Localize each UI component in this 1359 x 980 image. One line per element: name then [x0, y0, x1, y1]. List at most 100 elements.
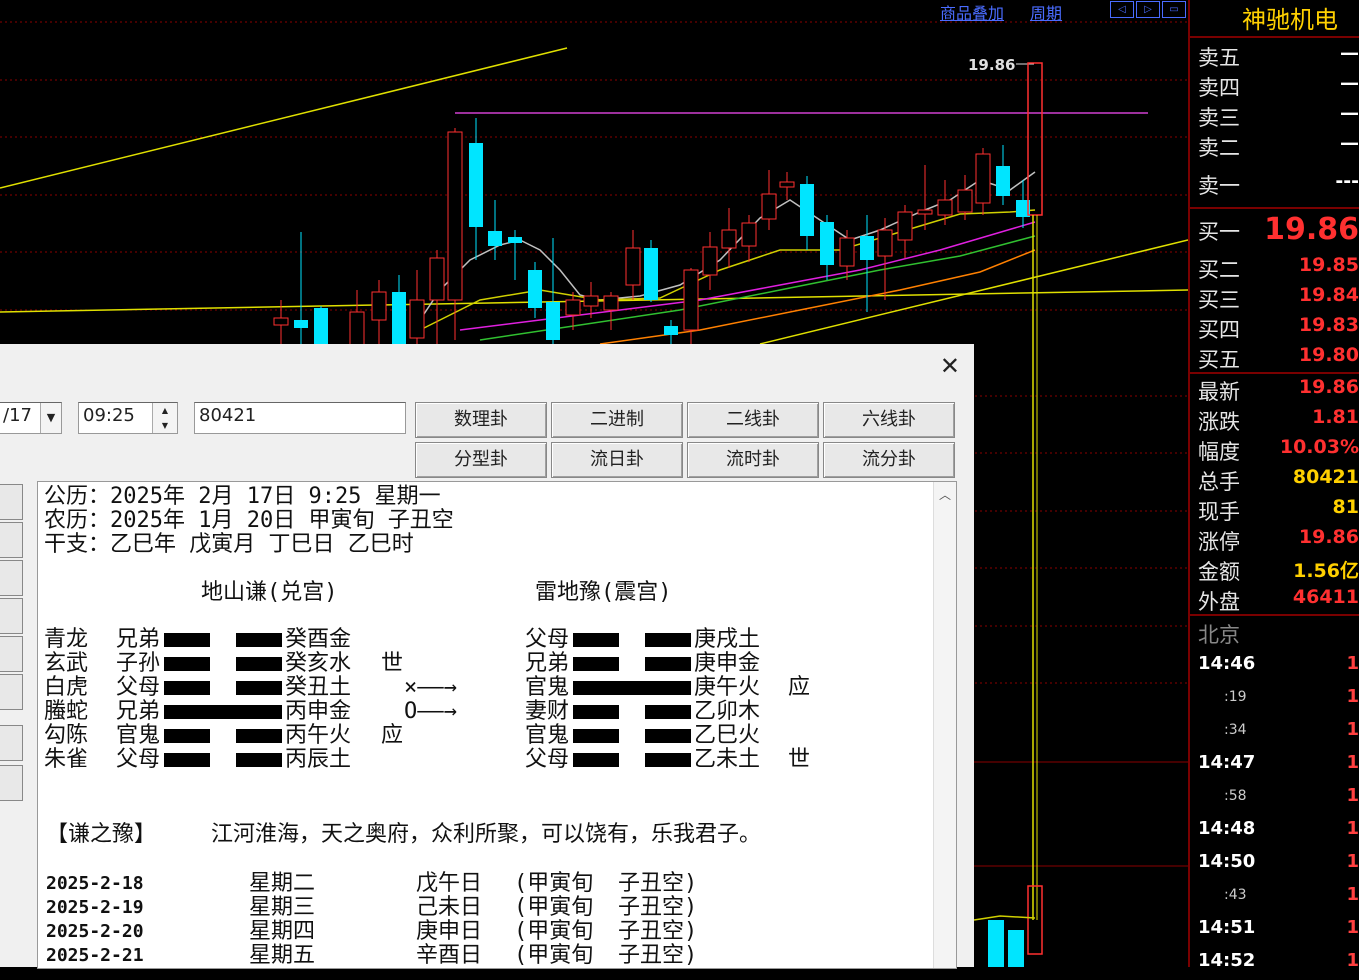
stat-row: 外盘 46411 — [1190, 586, 1359, 616]
stub-button[interactable] — [0, 725, 23, 761]
hexagram-title: 地山谦(兑宫) — [201, 580, 338, 605]
tick-row: 14:46 1 — [1190, 653, 1359, 683]
forecast-xun: (甲寅旬 — [514, 943, 594, 968]
six-god-label: 勾陈 — [44, 723, 89, 748]
ask-row: 卖一 --- — [1190, 170, 1359, 200]
stat-row: 涨停 19.86 — [1190, 526, 1359, 556]
stat-label: 总手 — [1198, 470, 1240, 494]
yin-line — [236, 633, 282, 647]
ask-value: — — [1340, 132, 1359, 154]
overlay-link[interactable]: 商品叠加 — [940, 4, 1004, 23]
line-name: 癸丑土 — [285, 675, 352, 700]
period-link[interactable]: 周期 — [1030, 4, 1062, 23]
next-icon[interactable]: ▷ — [1136, 1, 1160, 18]
stat-value: 19.86 — [1298, 526, 1359, 548]
prev-icon[interactable]: ◁ — [1110, 1, 1134, 18]
line-name: 庚午火 — [694, 675, 761, 700]
candle-body — [294, 320, 308, 328]
date-select[interactable]: /17 ▼ — [0, 402, 62, 434]
divination-button[interactable]: 二线卦 — [687, 402, 819, 438]
divination-button[interactable]: 分型卦 — [415, 442, 547, 478]
ask-label: 卖一 — [1198, 174, 1240, 198]
divination-button[interactable]: 数理卦 — [415, 402, 547, 438]
chevron-down-icon[interactable]: ▼ — [40, 403, 61, 433]
stub-button[interactable] — [0, 484, 23, 520]
divination-button[interactable]: 流分卦 — [823, 442, 955, 478]
candle-body — [273, 317, 289, 326]
tick-time: 14:51 — [1198, 917, 1256, 938]
line-mark: 世 — [381, 651, 404, 676]
yin-line — [164, 633, 210, 647]
spin-up-icon[interactable]: ▲ — [152, 403, 177, 419]
stub-button[interactable] — [0, 636, 23, 672]
volume-input[interactable]: 80421 — [194, 402, 406, 434]
candle-body — [371, 291, 387, 321]
yang-line — [573, 681, 691, 695]
tick-second: :58 — [1224, 788, 1247, 804]
spin-down-icon[interactable]: ▼ — [152, 418, 177, 433]
candle-body — [409, 299, 425, 339]
stub-button[interactable] — [0, 765, 23, 801]
region-row: 北京 — [1198, 623, 1240, 647]
time-stepper[interactable]: 09:25 ▲ ▼ — [78, 402, 178, 434]
line-mark: 应 — [788, 675, 811, 700]
stub-button[interactable] — [0, 560, 23, 596]
tick-volume: 1 — [1346, 752, 1359, 773]
forecast-weekday: 星期四 — [249, 919, 316, 944]
relation-label: 子孙 — [116, 651, 161, 676]
hexagram-text-area[interactable]: 公历：2025年 2月 17日 9:25 星期一 农历：2025年 1月 20日… — [37, 481, 957, 969]
stub-button[interactable] — [0, 522, 23, 558]
forecast-weekday: 星期三 — [249, 895, 316, 920]
tick-row: :34 1 — [1190, 719, 1359, 749]
ma-line — [419, 209, 1036, 331]
candle-body — [447, 131, 463, 301]
ask-label: 卖四 — [1198, 76, 1240, 100]
lunar-date-line: 农历：2025年 1月 20日 甲寅旬 子丑空 — [44, 508, 454, 533]
line-name: 乙卯木 — [694, 699, 761, 724]
stat-value: 19.86 — [1298, 376, 1359, 398]
stat-value: 81 — [1332, 496, 1359, 518]
chart-nav-buttons: ◁ ▷ ▭ — [1110, 1, 1186, 18]
forecast-day: 辛酉日 — [416, 943, 483, 968]
tick-row: 14:50 1 — [1190, 851, 1359, 881]
chart-toolbar: 商品叠加 周期 — [940, 0, 1088, 23]
yin-line — [164, 729, 210, 743]
yin-line — [573, 657, 619, 671]
bid-label: 买五 — [1198, 348, 1240, 372]
stat-row: 幅度 10.03% — [1190, 436, 1359, 466]
scroll-up-icon[interactable]: ︿ — [934, 482, 956, 503]
relation-label: 官鬼 — [116, 723, 161, 748]
tick-volume: 1 — [1346, 851, 1359, 872]
panel-icon[interactable]: ▭ — [1162, 1, 1186, 18]
divider — [1190, 614, 1359, 616]
close-icon[interactable]: ✕ — [940, 352, 960, 380]
ask-row: 卖四 — — [1190, 72, 1359, 102]
tick-volume: 1 — [1346, 653, 1359, 674]
candle-body — [741, 222, 757, 247]
stub-button[interactable] — [0, 598, 23, 634]
forecast-date: 2025-2-20 — [46, 921, 144, 942]
forecast-day: 戊午日 — [416, 871, 483, 896]
line-name: 庚申金 — [694, 651, 761, 676]
tick-row: :19 1 — [1190, 686, 1359, 716]
moving-line-arrow: ×——→ — [404, 675, 457, 700]
candle-body — [820, 222, 834, 265]
stat-row: 总手 80421 — [1190, 466, 1359, 496]
scrollbar[interactable]: ︿ — [933, 482, 956, 968]
candle-body — [664, 326, 678, 335]
divination-button[interactable]: 六线卦 — [823, 402, 955, 438]
yin-line — [645, 753, 691, 767]
changed-hexagram-title: 雷地豫(震宫) — [535, 580, 672, 605]
yin-line — [573, 633, 619, 647]
bid-label: 买二 — [1198, 258, 1240, 282]
stock-name: 神驰机电 — [1242, 6, 1338, 34]
stat-value: 1.81 — [1312, 406, 1359, 428]
six-god-label: 青龙 — [44, 627, 89, 652]
stat-row: 金额 1.56亿 — [1190, 556, 1359, 586]
stub-button[interactable] — [0, 674, 23, 710]
divination-button[interactable]: 二进制 — [551, 402, 683, 438]
bid-price: 19.83 — [1298, 314, 1359, 336]
divination-button[interactable]: 流时卦 — [687, 442, 819, 478]
divination-button[interactable]: 流日卦 — [551, 442, 683, 478]
forecast-date: 2025-2-21 — [46, 945, 144, 966]
